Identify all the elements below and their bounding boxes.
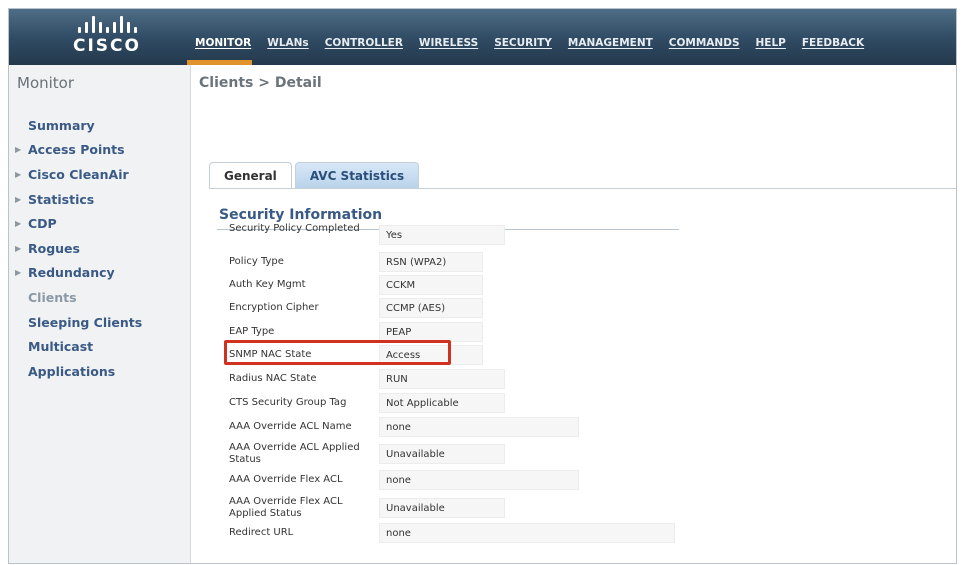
tab-bar: General AVC Statistics xyxy=(209,162,422,188)
sidebar-item-multicast[interactable]: Multicast xyxy=(13,334,142,359)
field-value: RSN (WPA2) xyxy=(379,252,483,272)
sidebar-item-label: Sleeping Clients xyxy=(28,314,143,330)
nav-wlans[interactable]: WLANs xyxy=(267,37,308,49)
sidebar-item-label: Redundancy xyxy=(28,265,115,281)
nav-help[interactable]: HELP xyxy=(756,37,786,49)
triangle-right-icon: ▶ xyxy=(15,169,22,179)
sidebar-item-label: CDP xyxy=(28,216,57,232)
nav-commands[interactable]: COMMANDS xyxy=(669,37,740,49)
top-header: CISCO MONITOR WLANs CONTROLLER WIRELESS … xyxy=(9,9,956,65)
tab-avc-statistics[interactable]: AVC Statistics xyxy=(294,162,420,188)
field-label: Redirect URL xyxy=(229,527,294,538)
triangle-right-icon: ▶ xyxy=(15,268,22,278)
triangle-right-icon: ▶ xyxy=(15,219,22,229)
sidebar-title: Monitor xyxy=(17,74,75,92)
section-title: Security Information xyxy=(219,207,383,223)
sidebar-item-clients[interactable]: Clients xyxy=(13,285,142,310)
triangle-right-icon: ▶ xyxy=(15,145,22,155)
nav-management[interactable]: MANAGEMENT xyxy=(568,37,653,49)
sidebar-item-label: Applications xyxy=(28,363,116,379)
main-nav: MONITOR WLANs CONTROLLER WIRELESS SECURI… xyxy=(195,37,880,49)
field-value: none xyxy=(379,523,675,543)
field-label: AAA Override ACL Name xyxy=(229,421,352,432)
field-label: Radius NAC State xyxy=(229,373,317,384)
field-label: AAA Override Flex ACL Applied Status xyxy=(229,496,343,519)
tab-general[interactable]: General xyxy=(209,162,292,188)
field-value: RUN xyxy=(379,369,505,389)
sidebar-item-applications[interactable]: Applications xyxy=(13,359,142,384)
field-label: Security Policy Completed xyxy=(229,223,360,234)
field-value: Unavailable xyxy=(379,444,505,464)
sidebar-item-summary[interactable]: Summary xyxy=(13,113,142,138)
sidebar-item-access-points[interactable]: ▶ Access Points xyxy=(13,138,142,163)
nav-feedback[interactable]: FEEDBACK xyxy=(802,37,864,49)
field-value: none xyxy=(379,470,579,490)
logo-wordmark: CISCO xyxy=(73,36,141,56)
sidebar-item-statistics[interactable]: ▶ Statistics xyxy=(13,187,142,212)
field-label: Policy Type xyxy=(229,256,284,267)
nav-monitor[interactable]: MONITOR xyxy=(195,37,251,49)
sidebar-item-label: Summary xyxy=(28,117,95,133)
field-label: SNMP NAC State xyxy=(229,349,312,360)
field-value: Yes xyxy=(379,225,505,245)
sidebar: Monitor Summary ▶ Access Points ▶ Cisco Cl… xyxy=(9,65,191,563)
sidebar-item-cdp[interactable]: ▶ CDP xyxy=(13,211,142,236)
triangle-right-icon: ▶ xyxy=(15,243,22,253)
field-value: none xyxy=(379,417,579,437)
field-label: EAP Type xyxy=(229,326,275,337)
tab-divider xyxy=(209,188,956,189)
sidebar-item-label: Cisco CleanAir xyxy=(28,166,129,182)
field-value: CCKM xyxy=(379,275,483,295)
field-value: PEAP xyxy=(379,322,483,342)
nav-controller[interactable]: CONTROLLER xyxy=(325,37,403,49)
sidebar-item-redundancy[interactable]: ▶ Redundancy xyxy=(13,261,142,286)
breadcrumb: Clients > Detail xyxy=(199,75,322,91)
cisco-bars-icon xyxy=(57,15,157,33)
sidebar-item-label: Statistics xyxy=(28,191,95,207)
field-value: Unavailable xyxy=(379,498,505,518)
sidebar-item-label: Rogues xyxy=(28,240,80,256)
sidebar-item-sleeping-clients[interactable]: Sleeping Clients xyxy=(13,310,142,335)
sidebar-item-rogues[interactable]: ▶ Rogues xyxy=(13,236,142,261)
app-window: CISCO MONITOR WLANs CONTROLLER WIRELESS … xyxy=(8,8,957,564)
field-value: CCMP (AES) xyxy=(379,298,483,318)
field-label: CTS Security Group Tag xyxy=(229,397,347,408)
sidebar-menu: Summary ▶ Access Points ▶ Cisco CleanAir ▶… xyxy=(13,113,142,384)
field-label: AAA Override ACL Applied Status xyxy=(229,442,360,465)
nav-security[interactable]: SECURITY xyxy=(494,37,552,49)
sidebar-item-cisco-cleanair[interactable]: ▶ Cisco CleanAir xyxy=(13,162,142,187)
field-value: Access xyxy=(379,345,483,365)
triangle-right-icon: ▶ xyxy=(15,194,22,204)
sidebar-item-label: Access Points xyxy=(28,142,125,158)
field-label: Auth Key Mgmt xyxy=(229,279,306,290)
cisco-logo: CISCO xyxy=(57,15,157,59)
field-label: Encryption Cipher xyxy=(229,302,319,313)
sidebar-item-label: Multicast xyxy=(28,339,94,355)
field-label: AAA Override Flex ACL xyxy=(229,474,343,485)
field-value: Not Applicable xyxy=(379,393,505,413)
sidebar-item-label: Clients xyxy=(28,289,77,305)
nav-wireless[interactable]: WIRELESS xyxy=(419,37,478,49)
main-content: Clients > Detail General AVC Statistics … xyxy=(191,65,956,563)
